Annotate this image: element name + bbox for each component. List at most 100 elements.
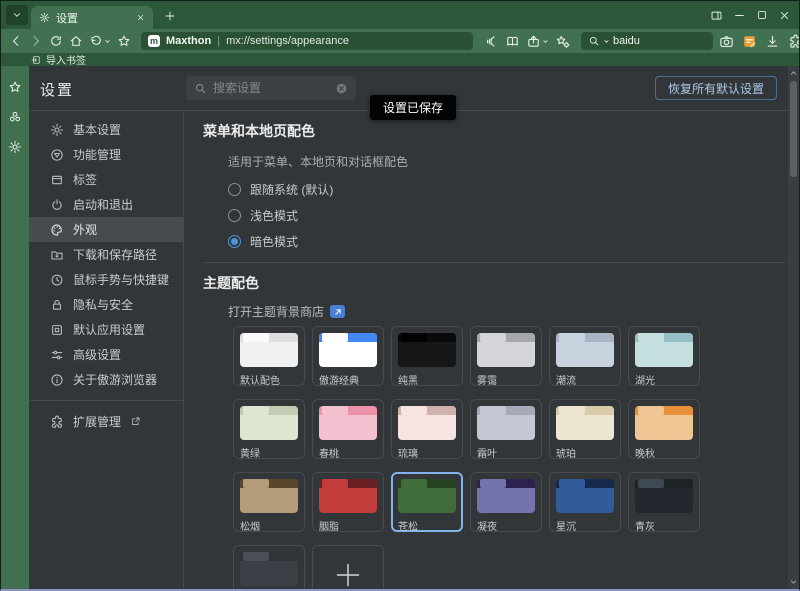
theme-card-0[interactable]: 默认配色 xyxy=(233,326,305,386)
home-icon[interactable] xyxy=(69,34,83,48)
settings-search-box[interactable] xyxy=(186,76,356,100)
theme-card-18[interactable]: 暗夜 xyxy=(233,545,305,589)
maxnote-icon[interactable] xyxy=(742,34,757,49)
share-control[interactable] xyxy=(526,34,549,49)
collect-settings-icon[interactable] xyxy=(555,34,570,49)
add-theme-button[interactable] xyxy=(312,545,384,589)
boss-panel-icon[interactable] xyxy=(710,9,723,22)
funnel-icon xyxy=(50,148,64,162)
window-close-icon[interactable] xyxy=(778,9,791,22)
theme-grid: 默认配色傲游经典纯黑雾霭潮流湖光黄绿春桃琉璃霜叶琥珀晚秋松烟胭脂苍松凝夜星沉青灰… xyxy=(233,326,785,589)
sidebar-item-1[interactable]: 功能管理 xyxy=(29,142,183,167)
theme-label: 霜叶 xyxy=(477,445,535,460)
collections-icon[interactable] xyxy=(8,110,22,124)
swatch-tab-chip xyxy=(480,406,506,415)
radio-control[interactable] xyxy=(228,183,241,196)
extensions-icon[interactable] xyxy=(788,34,800,49)
reading-list-icon[interactable] xyxy=(505,34,520,49)
theme-card-3[interactable]: 雾霭 xyxy=(470,326,542,386)
scroll-down-icon[interactable] xyxy=(788,577,799,587)
caret-down-icon xyxy=(603,38,610,45)
color-mode-option-2[interactable]: 暗色模式 xyxy=(228,235,785,248)
maximize-icon[interactable] xyxy=(756,9,768,21)
swatch-tab-chip xyxy=(401,406,427,415)
scrollbar[interactable] xyxy=(788,66,799,589)
sidebar-item-label: 启动和退出 xyxy=(73,196,133,213)
theme-card-17[interactable]: 青灰 xyxy=(628,472,700,532)
browser-window: 设置 m Maxthon | mx://settings/appearance xyxy=(0,0,800,591)
sidebar-item-9[interactable]: 高级设置 xyxy=(29,342,183,367)
app-icon xyxy=(50,323,64,337)
download-icon[interactable] xyxy=(765,34,780,49)
arrow-up-right-icon xyxy=(333,307,343,317)
external-store-icon[interactable] xyxy=(330,305,345,318)
theme-card-2[interactable]: 纯黑 xyxy=(391,326,463,386)
theme-card-16[interactable]: 星沉 xyxy=(549,472,621,532)
theme-label: 星沉 xyxy=(556,518,614,533)
sidebar-item-2[interactable]: 标签 xyxy=(29,167,183,192)
sidebar-item-7[interactable]: 隐私与安全 xyxy=(29,292,183,317)
screenshot-camera-icon[interactable] xyxy=(719,34,734,49)
theme-store-link[interactable]: 打开主题背景商店 xyxy=(228,303,324,320)
tab-favicon-gear-icon xyxy=(39,12,50,23)
sidebar-item-6[interactable]: 鼠标手势与快捷键 xyxy=(29,267,183,292)
sidebar-item-10[interactable]: 关于傲游浏览器 xyxy=(29,367,183,392)
favorite-star-icon[interactable] xyxy=(117,34,131,48)
theme-card-8[interactable]: 琉璃 xyxy=(391,399,463,459)
restore-defaults-button[interactable]: 恢复所有默认设置 xyxy=(655,76,777,100)
theme-card-9[interactable]: 霜叶 xyxy=(470,399,542,459)
external-link-icon xyxy=(130,416,141,427)
settings-content: 菜单和本地页配色 适用于菜单、本地页和对话框配色 跟随系统 (默认) 浅色模式暗色… xyxy=(184,111,799,589)
theme-card-6[interactable]: 黄绿 xyxy=(233,399,305,459)
sidebar-item-5[interactable]: 下载和保存路径 xyxy=(29,242,183,267)
theme-card-13[interactable]: 胭脂 xyxy=(312,472,384,532)
theme-card-12[interactable]: 松烟 xyxy=(233,472,305,532)
scrollbar-thumb[interactable] xyxy=(790,81,797,177)
back-icon[interactable] xyxy=(9,34,23,48)
theme-card-5[interactable]: 湖光 xyxy=(628,326,700,386)
radio-control[interactable] xyxy=(228,209,241,222)
sidebar-settings-icon[interactable] xyxy=(8,140,22,154)
forward-icon[interactable] xyxy=(29,34,43,48)
sidebar-item-0[interactable]: 基本设置 xyxy=(29,117,183,142)
saved-toast: 设置已保存 xyxy=(370,95,456,120)
theme-card-4[interactable]: 潮流 xyxy=(549,326,621,386)
sidebar-item-label: 功能管理 xyxy=(73,146,121,163)
address-bar[interactable]: m Maxthon | mx://settings/appearance xyxy=(141,32,473,50)
reload-icon[interactable] xyxy=(49,34,63,48)
color-mode-option-0[interactable]: 跟随系统 (默认) xyxy=(228,183,785,196)
quick-search-box[interactable]: baidu xyxy=(581,32,713,50)
theme-card-7[interactable]: 春桃 xyxy=(312,399,384,459)
sidebar-item-8[interactable]: 默认应用设置 xyxy=(29,317,183,342)
sidebar-item-footer-0[interactable]: 扩展管理 xyxy=(29,409,183,434)
favorites-sidebar-icon[interactable] xyxy=(8,80,22,94)
minimize-icon[interactable] xyxy=(733,9,746,22)
radio-label: 跟随系统 (默认) xyxy=(250,181,333,198)
tab-settings[interactable]: 设置 xyxy=(31,6,153,29)
color-mode-option-1[interactable]: 浅色模式 xyxy=(228,209,785,222)
theme-card-10[interactable]: 琥珀 xyxy=(549,399,621,459)
sidebar-item-4[interactable]: 外观 xyxy=(29,217,183,242)
theme-card-15[interactable]: 凝夜 xyxy=(470,472,542,532)
radio-control[interactable] xyxy=(228,235,241,248)
clear-search-icon[interactable] xyxy=(335,82,348,95)
new-tab-button[interactable] xyxy=(161,7,179,25)
scroll-up-icon[interactable] xyxy=(788,68,799,78)
menu-colors-heading: 菜单和本地页配色 xyxy=(203,121,785,141)
theme-card-11[interactable]: 晚秋 xyxy=(628,399,700,459)
plus-icon xyxy=(335,562,361,588)
menu-colors-description: 适用于菜单、本地页和对话框配色 xyxy=(228,153,785,170)
sidebar-item-label: 外观 xyxy=(73,221,97,238)
settings-search-input[interactable] xyxy=(213,81,329,95)
reader-mode-icon[interactable] xyxy=(484,34,499,49)
caret-down-icon xyxy=(542,38,549,45)
import-bookmarks-button[interactable]: 导入书签 xyxy=(46,52,86,67)
tab-close-icon[interactable] xyxy=(136,13,145,22)
theme-store-row: 打开主题背景商店 xyxy=(228,305,785,318)
tab-list-button[interactable] xyxy=(6,5,28,25)
undo-closed-tab-control[interactable] xyxy=(89,34,111,48)
swatch-tab-chip xyxy=(243,406,269,415)
sidebar-item-3[interactable]: 启动和退出 xyxy=(29,192,183,217)
theme-card-1[interactable]: 傲游经典 xyxy=(312,326,384,386)
theme-card-14[interactable]: 苍松 xyxy=(391,472,463,532)
